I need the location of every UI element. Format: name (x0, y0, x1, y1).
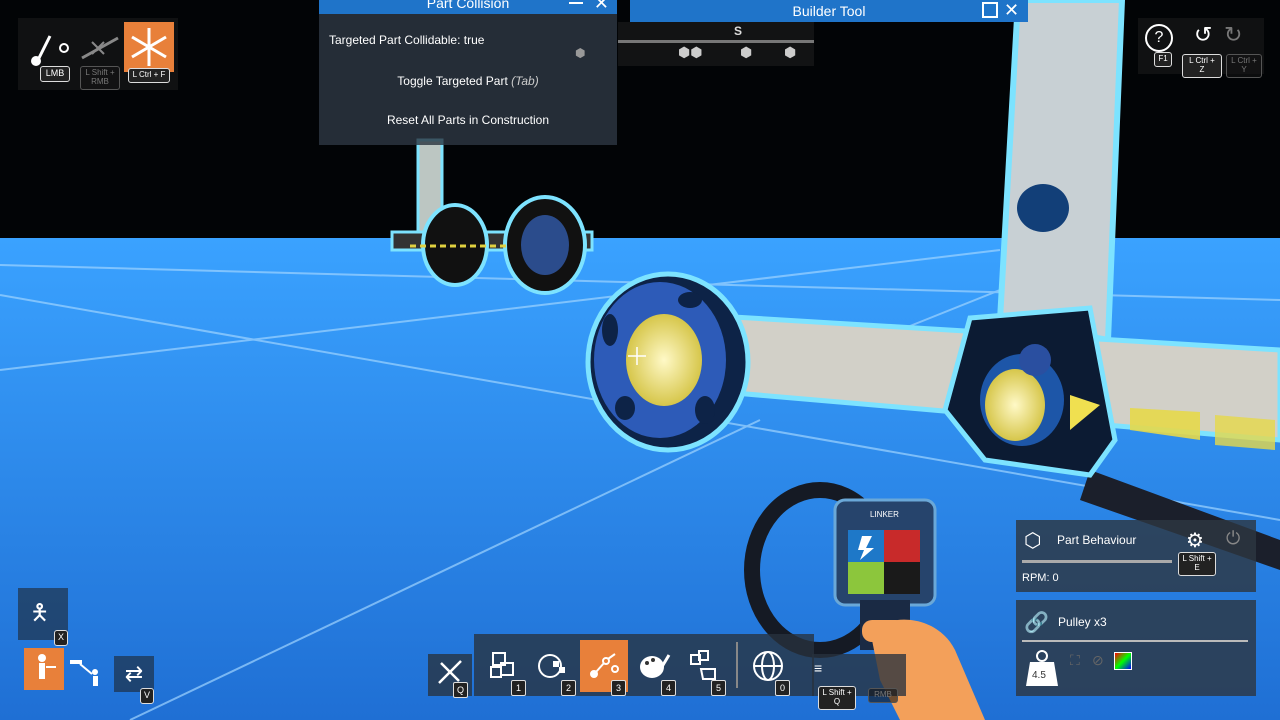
settings-gear-icon[interactable]: ⚙ (1186, 528, 1204, 553)
minimize-button[interactable] (569, 0, 583, 4)
toolbar-slot-5[interactable]: 5 (680, 640, 728, 696)
pulley-icon: 🔗 (1024, 612, 1049, 634)
lmb-key: LMB (40, 66, 70, 82)
rmb-key: RMB (868, 688, 898, 703)
power-icon[interactable]: ⏻ (1226, 528, 1240, 549)
builder-tool-body: S ⬢⬢ ⬢ ⬢ (618, 22, 814, 66)
toolbar-divider (736, 642, 738, 688)
builder-tool-titlebar[interactable]: Builder Tool (630, 0, 1028, 22)
blocks-icon (490, 652, 514, 678)
material-icon[interactable]: ⊘ (1092, 652, 1104, 669)
palette-icon (640, 654, 671, 678)
walk-mode-button[interactable] (24, 648, 64, 690)
reset-all-parts-button[interactable]: Reset All Parts in Construction (319, 113, 617, 127)
close-icon[interactable]: ✕ (594, 0, 609, 12)
part-name: Pulley x3 (1058, 615, 1107, 629)
weight-icon (1024, 648, 1060, 688)
part-weight: 4.5 (1032, 670, 1046, 681)
v-key: V (140, 688, 154, 704)
builder-divider (618, 40, 814, 43)
slot-key: 1 (511, 680, 526, 696)
part-behaviour-panel: ⬡ Part Behaviour ⚙ ⏻ L Shift + E RPM: 0 (1016, 520, 1256, 592)
toolbar-slot-q[interactable]: Q (430, 650, 470, 698)
ctrl-f-key: L Ctrl + F (128, 68, 170, 83)
slot-key: 0 (775, 680, 790, 696)
toolbar-slot-2[interactable]: 2 (530, 640, 578, 696)
part-info-panel: 🔗 Pulley x3 4.5 ⛶ ⊘ (1016, 600, 1256, 696)
globe-icon (753, 651, 783, 681)
help-icon[interactable]: ? (1145, 24, 1173, 52)
toolbar-slot-4[interactable]: 4 (630, 640, 678, 696)
slot-key: Q (453, 682, 468, 698)
shift-q-key: L Shift + Q (818, 686, 856, 710)
slot-key: 3 (611, 680, 626, 696)
maximize-icon[interactable] (982, 2, 998, 18)
linker-label: LINKER (870, 510, 899, 519)
sphere-checker-icon (538, 654, 565, 678)
toggle-targeted-part-button[interactable]: Toggle Targeted Part (Tab) (319, 74, 617, 88)
slot-key: 4 (661, 680, 676, 696)
undo-icon[interactable]: ↺ (1194, 22, 1212, 48)
toggle-view-icon[interactable]: ⇄ (114, 656, 154, 692)
build-mode-icon[interactable] (68, 652, 104, 688)
stand-icon[interactable]: 🯅 (30, 596, 49, 634)
x-key: X (54, 630, 68, 646)
redo-key: L Ctrl + Y (1226, 54, 1262, 78)
builder-close-icon[interactable]: ✕ (1004, 0, 1019, 21)
collision-part-icon: ⬢ (575, 46, 586, 60)
collidable-status: Targeted Part Collidable: true (329, 33, 485, 47)
part-collision-panel: Part Collision ✕ Targeted Part Collidabl… (319, 0, 617, 145)
builder-column-label: S (734, 24, 743, 38)
part-behaviour-title: Part Behaviour (1057, 533, 1137, 547)
hand-blocks-icon (690, 650, 716, 680)
part-collision-title: Part Collision (426, 0, 510, 11)
shift-rmb-key: L Shift + RMB (80, 66, 120, 90)
slot-key: 2 (561, 680, 576, 696)
part-cluster-icon[interactable]: ⬢⬢ (678, 44, 702, 61)
part-cluster-icon-2[interactable]: ⬢ (740, 44, 752, 61)
link-tool-icon[interactable] (26, 26, 72, 68)
unlink-tool-icon[interactable] (78, 30, 122, 66)
menu-icon[interactable]: ≡ (814, 660, 822, 676)
help-key: F1 (1154, 52, 1172, 67)
part-divider (1022, 640, 1248, 642)
builder-tool-title: Builder Tool (792, 3, 866, 19)
vertical-beam (996, 0, 1126, 344)
toggle-label: Toggle Targeted Part (397, 74, 508, 88)
redo-icon[interactable]: ↻ (1224, 22, 1242, 48)
freeze-tool-button[interactable] (124, 22, 174, 72)
toolbar-slot-3[interactable]: 3 (580, 640, 628, 696)
toggle-key: (Tab) (511, 74, 539, 88)
part-cube-icon: ⬡ (1024, 530, 1042, 552)
part-cluster-icon-3[interactable]: ⬢ (784, 44, 796, 61)
color-swatch-icon[interactable] (1114, 652, 1132, 670)
toolbar-slot-1[interactable]: 1 (480, 640, 528, 696)
toolbar-slot-0[interactable]: 0 (744, 640, 792, 696)
shift-e-key: L Shift + E (1178, 552, 1216, 576)
linker-icon (590, 653, 619, 678)
undo-key: L Ctrl + Z (1182, 54, 1222, 78)
snowflake-icon (131, 28, 167, 66)
pulley-part[interactable] (585, 271, 751, 453)
slot-key: 5 (711, 680, 726, 696)
rpm-bar[interactable] (1022, 560, 1172, 563)
rpm-value: RPM: 0 (1022, 572, 1059, 584)
frame-icon[interactable]: ⛶ (1070, 652, 1080, 669)
